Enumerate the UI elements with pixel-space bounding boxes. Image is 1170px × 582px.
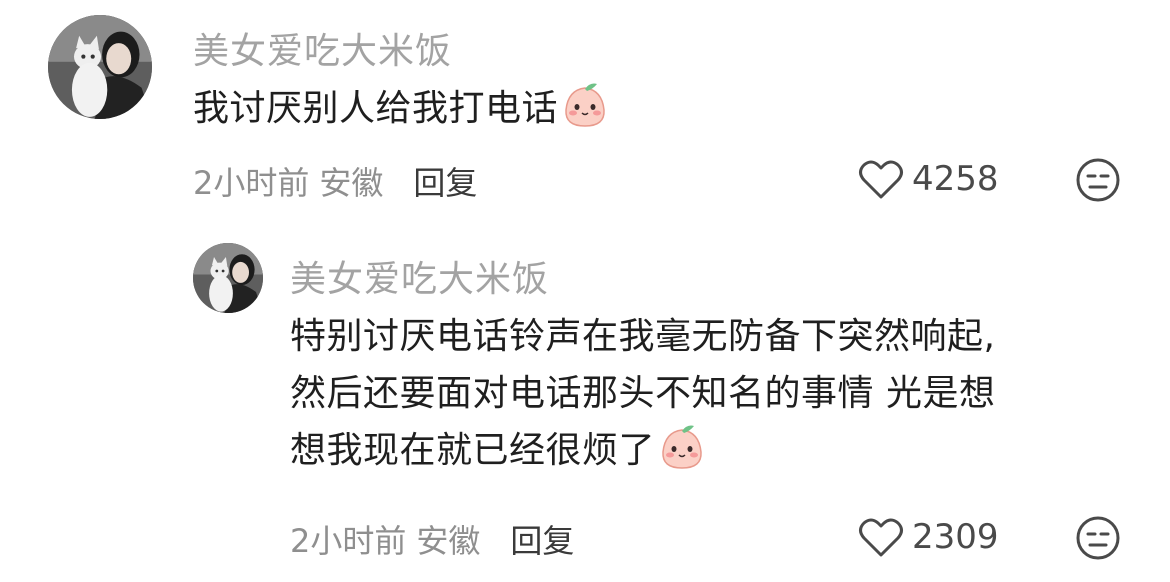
comment-username[interactable]: 美女爱吃大米饭 [290, 250, 549, 302]
comment-meta: 2小时前 安徽 回复 [290, 516, 574, 562]
comment-reply: 美女爱吃大米饭 特别讨厌电话铃声在我毫无防备下突然响起, 然后还要面对电话那头不… [0, 220, 1170, 582]
heart-icon [859, 160, 903, 199]
peach-face-emoji [560, 80, 610, 130]
comment-meta: 2小时前 安徽 回复 [193, 158, 477, 204]
heart-icon [859, 518, 903, 557]
comment-content-line: 特别讨厌电话铃声在我毫无防备下突然响起, [290, 316, 996, 357]
comment-location: 安徽 [319, 164, 384, 202]
reply-button[interactable]: 回复 [413, 164, 477, 202]
unamused-face-icon [1076, 516, 1120, 560]
like-button[interactable]: 4258 [858, 158, 999, 200]
comment-content: 特别讨厌电话铃声在我毫无防备下突然响起, 然后还要面对电话那头不知名的事情 光是… [290, 308, 995, 479]
comment-location: 安徽 [416, 522, 481, 560]
comment-time: 2小时前 [193, 164, 310, 202]
avatar-image [193, 243, 263, 313]
dislike-button[interactable] [1075, 157, 1121, 203]
comment-text: 我讨厌别人给我打电话 [193, 88, 559, 129]
like-button[interactable]: 2309 [858, 516, 999, 558]
comment-content-line: 想我现在就已经很烦了 [290, 422, 995, 479]
dislike-button[interactable] [1075, 515, 1121, 561]
comment-username[interactable]: 美女爱吃大米饭 [193, 22, 452, 74]
like-count: 2309 [912, 517, 999, 557]
unamused-face-icon [1076, 158, 1120, 202]
comment-time: 2小时前 [290, 522, 407, 560]
peach-face-emoji [657, 422, 707, 472]
comment-content-line: 我讨厌别人给我打电话 [193, 80, 610, 137]
reply-button[interactable]: 回复 [510, 522, 574, 560]
comment-content: 我讨厌别人给我打电话 [193, 80, 610, 137]
avatar[interactable] [48, 15, 152, 119]
avatar[interactable] [193, 243, 263, 313]
avatar-image [48, 15, 152, 119]
comment: 美女爱吃大米饭 我讨厌别人给我打电话 2小时前 安徽 回复 4258 [0, 0, 1170, 220]
like-count: 4258 [912, 159, 999, 199]
comment-text: 想我现在就已经很烦了 [290, 430, 656, 471]
comment-content-line: 然后还要面对电话那头不知名的事情 光是想 [290, 373, 996, 414]
